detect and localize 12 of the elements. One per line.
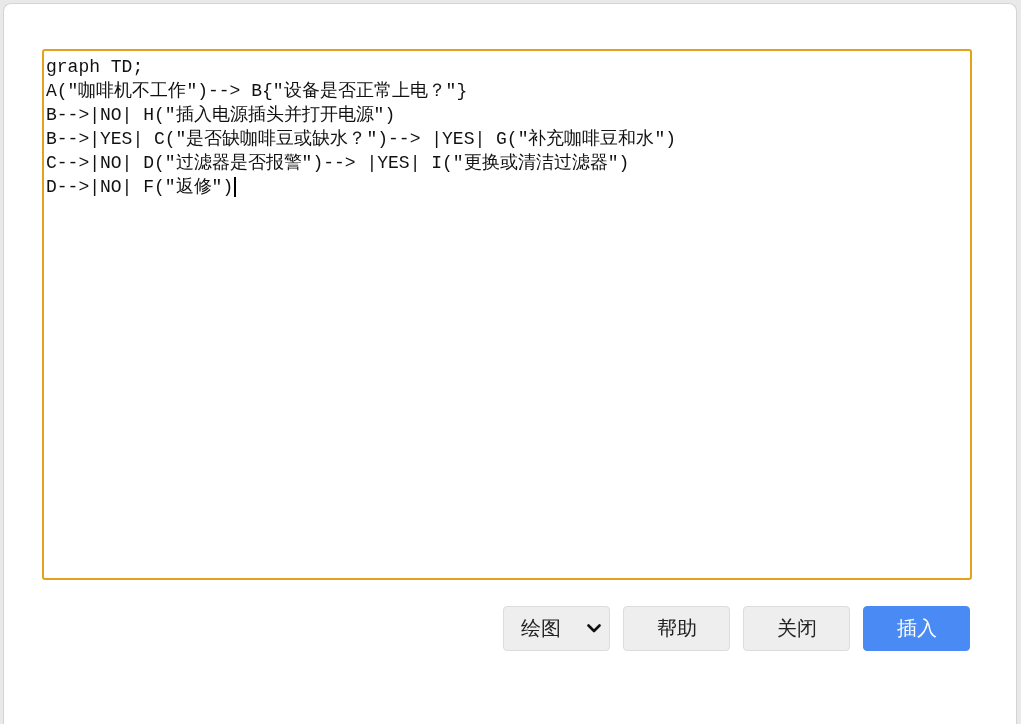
code-line: A("咖啡机不工作")--> B{"设备是否正常上电？"}: [46, 80, 468, 103]
code-line: B-->|YES| C("是否缺咖啡豆或缺水？")--> |YES| G("补充咖啡豆和水"): [46, 128, 677, 151]
dialog-button[interactable]: 关闭: [743, 606, 850, 651]
code-line: C-->|NO| D("过滤器是否报警")--> |YES| I("更换或清洁过滤器"): [46, 152, 630, 175]
code-editor[interactable]: graph TD; A("咖啡机不工作")--> B{"设备是否正常上电？"} B-->|NO| H("插入电源插头并打开电源") B-->|YES| C("是否缺咖啡豆或缺水？")--> |YES| G("补充咖啡豆和水") C-->|NO| D("过滤器是否报警")--> |YES| I("更换或清洁过滤器") D-->|NO| F("返修"): [42, 49, 972, 580]
chevron-down-icon: [587, 624, 601, 633]
code-line: D-->|NO| F("返修"): [46, 176, 234, 199]
dialog-button[interactable]: 帮助: [623, 606, 730, 651]
code-line: graph TD;: [46, 56, 144, 79]
text-cursor: [234, 177, 237, 197]
diagram-type-select[interactable]: 绘图: [503, 606, 610, 651]
code-line: B-->|NO| H("插入电源插头并打开电源"): [46, 104, 396, 127]
